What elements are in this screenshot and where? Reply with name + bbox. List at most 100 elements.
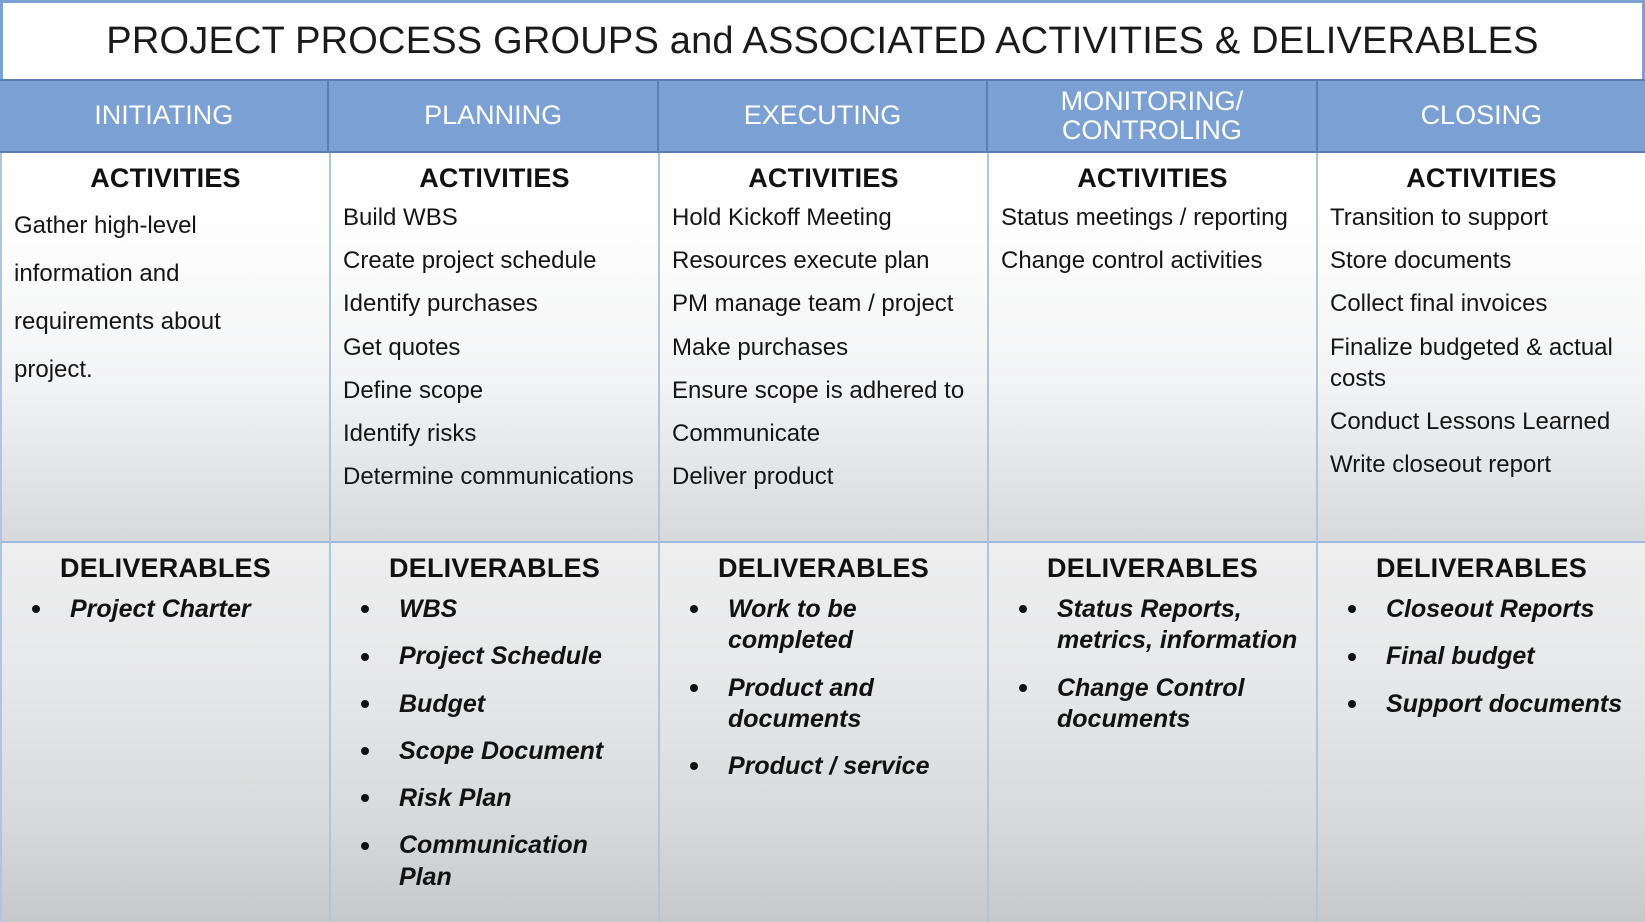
activity-item: Resources execute plan <box>672 247 930 275</box>
deliverable-item: Final budget <box>1338 641 1633 672</box>
activity-item: Define scope <box>343 376 484 404</box>
deliverables-block-executing: DELIVERABLES Work to be completed Produc… <box>660 543 987 922</box>
activity-item: Determine communications <box>343 463 634 491</box>
deliverable-label: Product / service <box>728 752 930 780</box>
deliverable-label: Final budget <box>1386 642 1535 671</box>
deliverable-label: Status Reports, metrics, information <box>1057 595 1298 655</box>
bullet-icon <box>1019 683 1027 692</box>
deliverable-label: Budget <box>399 689 486 718</box>
deliverable-item: WBS <box>351 594 646 625</box>
bullet-icon <box>690 605 698 614</box>
deliverable-label: Project Charter <box>70 595 251 623</box>
activity-item: Write closeout report <box>1330 451 1551 479</box>
activities-list-planning: Build WBS Create project schedule Identi… <box>343 202 646 492</box>
bullet-icon <box>690 762 698 771</box>
activity-item: Transition to support <box>1330 204 1548 231</box>
activity-item: requirements about <box>14 308 221 335</box>
bullet-icon <box>361 747 369 755</box>
deliverable-item: Closeout Reports <box>1338 594 1633 625</box>
deliverables-heading-monitoring: DELIVERABLES <box>1047 553 1258 583</box>
activity-item: Identify risks <box>343 419 477 447</box>
deliverable-label: Support documents <box>1386 689 1623 718</box>
deliverable-label: Communication Plan <box>399 831 588 891</box>
deliverable-label: Work to be completed <box>728 595 857 655</box>
bullet-icon <box>361 699 369 708</box>
column-monitoring-controling: ACTIVITIES Status meetings / reporting C… <box>989 153 1318 922</box>
deliverables-list-closing: Closeout Reports Final budget Support do… <box>1330 594 1633 720</box>
activities-block-planning: ACTIVITIES Build WBS Create project sche… <box>331 153 658 543</box>
activities-block-closing: ACTIVITIES Transition to support Store d… <box>1318 153 1645 543</box>
phase-header-monitoring-controling: MONITORING/ CONTROLING <box>988 81 1318 151</box>
activity-item: Make purchases <box>672 333 849 361</box>
activity-item: PM manage team / project <box>672 290 954 318</box>
deliverable-item: Support documents <box>1338 689 1633 720</box>
deliverables-list-monitoring: Status Reports, metrics, information Cha… <box>1001 594 1304 735</box>
bullet-icon <box>361 841 369 850</box>
deliverable-item: Budget <box>351 689 646 720</box>
column-closing: ACTIVITIES Transition to support Store d… <box>1318 153 1645 922</box>
bullet-icon <box>1348 652 1356 661</box>
deliverable-label: Product and documents <box>728 673 874 733</box>
deliverables-block-monitoring: DELIVERABLES Status Reports, metrics, in… <box>989 543 1316 922</box>
activity-item: Store documents <box>1330 247 1512 275</box>
bullet-icon <box>361 605 369 614</box>
process-groups-board: PROJECT PROCESS GROUPS and ASSOCIATED AC… <box>0 0 1645 922</box>
activity-item: information and <box>14 260 180 287</box>
phase-header-planning: PLANNING <box>329 81 659 151</box>
deliverables-list-planning: WBS Project Schedule Budget Scope Docume… <box>343 594 646 893</box>
deliverable-item: Project Charter <box>22 594 317 625</box>
deliverable-label: Closeout Reports <box>1386 595 1595 623</box>
activity-item: Conduct Lessons Learned <box>1330 407 1611 435</box>
phase-label-monitoring-line1: MONITORING/ <box>1060 85 1244 116</box>
deliverable-label: Project Schedule <box>399 642 602 671</box>
deliverable-item: Status Reports, metrics, information <box>1009 594 1304 657</box>
activity-item: Get quotes <box>343 333 461 361</box>
deliverables-block-closing: DELIVERABLES Closeout Reports Final budg… <box>1318 543 1645 922</box>
activities-heading-planning: ACTIVITIES <box>419 163 570 193</box>
deliverable-item: Work to be completed <box>680 594 975 657</box>
activities-list-executing: Hold Kickoff Meeting Resources execute p… <box>672 202 975 492</box>
activities-heading-initiating: ACTIVITIES <box>90 163 241 193</box>
phase-label-planning: PLANNING <box>424 100 563 131</box>
column-executing: ACTIVITIES Hold Kickoff Meeting Resource… <box>660 153 989 922</box>
activity-item: Ensure scope is adhered to <box>672 376 965 404</box>
activities-list-closing: Transition to support Store documents Co… <box>1330 202 1633 480</box>
activity-item: Build WBS <box>343 204 458 231</box>
column-planning: ACTIVITIES Build WBS Create project sche… <box>331 153 660 922</box>
deliverables-list-initiating: Project Charter <box>14 594 317 625</box>
deliverables-heading-initiating: DELIVERABLES <box>60 553 271 583</box>
phase-label-executing: EXECUTING <box>743 100 902 131</box>
activity-item: Change control activities <box>1001 247 1263 275</box>
activities-heading-executing: ACTIVITIES <box>748 163 899 193</box>
deliverable-item: Project Schedule <box>351 641 646 672</box>
activities-heading-monitoring: ACTIVITIES <box>1077 163 1228 193</box>
deliverable-item: Change Control documents <box>1009 673 1304 736</box>
phase-header-initiating: INITIATING <box>0 81 330 151</box>
diagram-title-bar: PROJECT PROCESS GROUPS and ASSOCIATED AC… <box>0 0 1645 79</box>
deliverable-label: Change Control documents <box>1057 673 1245 733</box>
deliverable-label: Risk Plan <box>399 784 512 812</box>
activity-item: Gather high-level <box>14 212 197 239</box>
bullet-icon <box>690 683 698 692</box>
deliverable-label: Scope Document <box>399 736 604 765</box>
activity-item: project. <box>14 356 93 383</box>
activities-block-executing: ACTIVITIES Hold Kickoff Meeting Resource… <box>660 153 987 543</box>
activities-heading-closing: ACTIVITIES <box>1406 163 1557 193</box>
column-initiating: ACTIVITIES Gather high-level information… <box>0 153 331 922</box>
phase-header-executing: EXECUTING <box>659 81 989 151</box>
phase-header-band: INITIATING PLANNING EXECUTING MONITORING… <box>0 79 1645 153</box>
activity-item: Finalize budgeted & actual costs <box>1330 333 1613 392</box>
deliverable-item: Risk Plan <box>351 783 646 814</box>
phase-label-monitoring-line2: CONTROLING <box>1061 115 1242 145</box>
activities-list-monitoring: Status meetings / reporting Change contr… <box>1001 202 1304 276</box>
activity-item: Deliver product <box>672 463 834 491</box>
deliverable-item: Communication Plan <box>351 830 646 893</box>
deliverable-item: Product / service <box>680 751 975 782</box>
activity-item: Communicate <box>672 419 821 447</box>
phase-columns-grid: ACTIVITIES Gather high-level information… <box>0 153 1645 922</box>
activity-item: Create project schedule <box>343 247 597 275</box>
deliverables-block-planning: DELIVERABLES WBS Project Schedule Budget… <box>331 543 658 922</box>
deliverables-heading-executing: DELIVERABLES <box>718 553 929 583</box>
deliverables-heading-closing: DELIVERABLES <box>1376 553 1587 583</box>
deliverable-item: Scope Document <box>351 736 646 767</box>
